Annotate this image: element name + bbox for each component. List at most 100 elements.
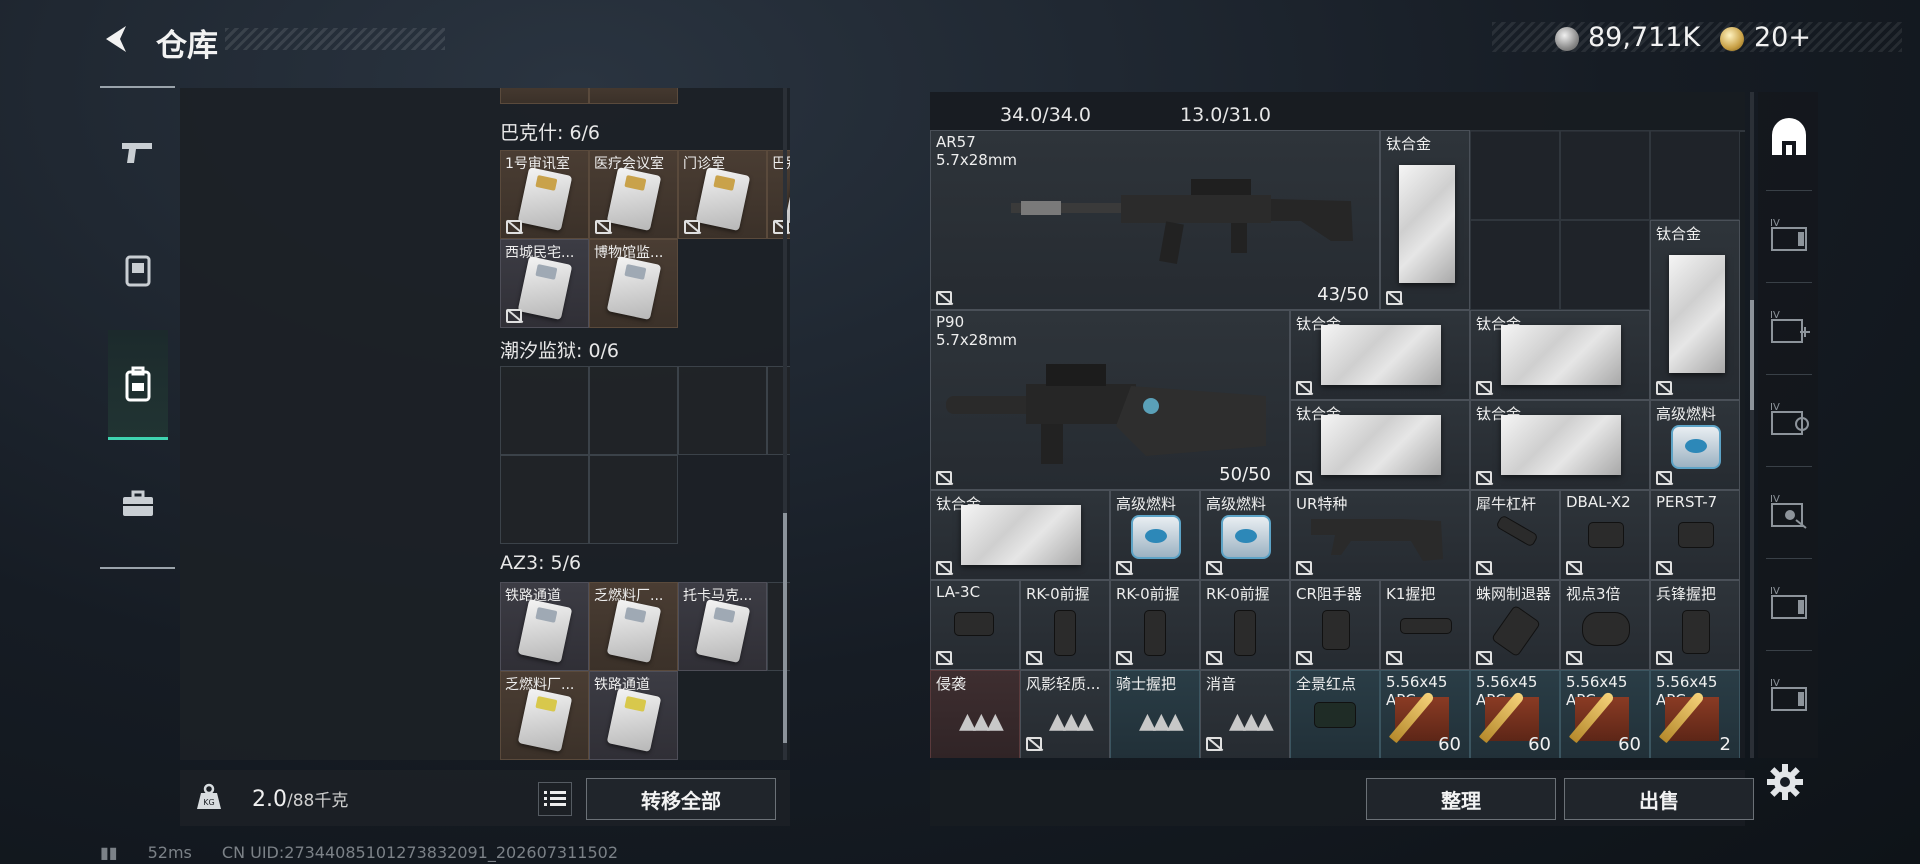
- nav-briefcase[interactable]: [108, 474, 168, 534]
- item-slot[interactable]: 钛合金: [1290, 400, 1470, 490]
- item-name: CR阻手器: [1296, 585, 1362, 603]
- sell-button[interactable]: 出售: [1564, 778, 1754, 820]
- no-trade-icon: [1476, 561, 1492, 575]
- keycard-icon: [606, 167, 662, 231]
- keycard-slot[interactable]: 托卡马克...: [678, 582, 767, 671]
- item-slot[interactable]: RK-0前握: [1110, 580, 1200, 670]
- no-trade-icon: [1116, 651, 1132, 665]
- item-slot[interactable]: K1握把: [1380, 580, 1470, 670]
- silver-currency-value: 89,711K: [1588, 22, 1701, 53]
- item-stack-count: 60: [1438, 734, 1461, 755]
- stock-icon: [1311, 519, 1443, 561]
- section-title: AZ3: 5/6: [500, 552, 582, 574]
- item-slot[interactable]: 钛合金: [930, 490, 1110, 580]
- nav-weapons[interactable]: [108, 122, 168, 182]
- keycard-icon: [606, 599, 662, 663]
- item-slot[interactable]: 钛合金: [1650, 220, 1740, 400]
- keycard-slot[interactable]: 医疗会议室: [589, 150, 678, 239]
- keycard-slot[interactable]: 门诊室: [678, 150, 767, 239]
- item-name: 犀牛杠杆: [1476, 495, 1537, 513]
- item-slot[interactable]: 风影轻质... ▲▲▲: [1020, 670, 1110, 758]
- item-name: 视点3倍: [1566, 585, 1621, 603]
- item-slot[interactable]: 犀牛杠杆: [1470, 490, 1560, 580]
- no-trade-icon: [1656, 471, 1672, 485]
- keycard-slot[interactable]: 乏燃料厂...: [500, 671, 589, 760]
- item-slot[interactable]: 钛合金: [1470, 400, 1650, 490]
- empty-slot[interactable]: [1650, 130, 1740, 220]
- no-trade-icon: [1476, 471, 1492, 485]
- empty-slot[interactable]: [1560, 220, 1650, 310]
- keycard-icon: [125, 255, 151, 287]
- dock-storage-6[interactable]: IV: [1766, 672, 1812, 718]
- item-name: 高级燃料: [1656, 405, 1717, 423]
- item-slot[interactable]: CR阻手器: [1290, 580, 1380, 670]
- keycard-slot[interactable]: 博物馆监...: [589, 239, 678, 328]
- stash-panel[interactable]: 巴克什: 6/6 1号审讯室 医疗会议室 门诊室 巴别塔供...: [180, 88, 790, 760]
- dock-storage-3[interactable]: IV: [1766, 396, 1812, 442]
- item-slot[interactable]: 侵袭 ▲▲▲: [930, 670, 1020, 758]
- empty-slot[interactable]: [589, 366, 678, 455]
- item-slot[interactable]: 高级燃料: [1200, 490, 1290, 580]
- empty-slot[interactable]: [1470, 130, 1560, 220]
- empty-slot[interactable]: [1470, 220, 1560, 310]
- item-slot[interactable]: 消音 ▲▲▲: [1200, 670, 1290, 758]
- dock-storage-2[interactable]: IV: [1766, 304, 1812, 350]
- warehouse-screen: 仓库 89,711K 20+ 巴克什: 6/6 1号审讯室 医疗会议室 门诊室 …: [0, 0, 1920, 864]
- no-trade-icon: [1206, 561, 1222, 575]
- stash-cell[interactable]: [589, 88, 678, 104]
- item-slot[interactable]: 5.56x45 APC 60: [1380, 670, 1470, 758]
- transfer-all-button[interactable]: 转移全部: [586, 778, 776, 820]
- item-slot[interactable]: 钛合金: [1290, 310, 1470, 400]
- item-slot[interactable]: RK-0前握: [1200, 580, 1290, 670]
- gold-currency-value[interactable]: 20+: [1754, 22, 1811, 53]
- empty-slot[interactable]: [678, 366, 767, 455]
- nav-keycards[interactable]: [108, 240, 168, 300]
- item-slot[interactable]: 5.56x45 APC 60: [1560, 670, 1650, 758]
- empty-slot[interactable]: [500, 366, 589, 455]
- item-slot[interactable]: 钛合金: [1380, 130, 1470, 310]
- item-slot[interactable]: 高级燃料: [1650, 400, 1740, 490]
- item-slot[interactable]: 全景红点: [1290, 670, 1380, 758]
- item-slot[interactable]: 兵锋握把: [1650, 580, 1740, 670]
- no-trade-icon: [936, 651, 952, 665]
- titanium-plate-icon: [1399, 165, 1455, 283]
- nav-backpack[interactable]: [108, 330, 168, 440]
- dock-safehouse[interactable]: [1766, 114, 1812, 160]
- keycard-slot[interactable]: 乏燃料厂...: [589, 582, 678, 671]
- inventory-scrollbar[interactable]: [1750, 92, 1754, 758]
- item-slot[interactable]: UR特种: [1290, 490, 1470, 580]
- keycard-slot[interactable]: 1号审讯室: [500, 150, 589, 239]
- item-name: 骑士握把: [1116, 675, 1177, 693]
- empty-slot[interactable]: [1560, 130, 1650, 220]
- list-view-button[interactable]: [538, 782, 572, 816]
- empty-slot[interactable]: [589, 455, 678, 544]
- gear-icon[interactable]: [1765, 762, 1805, 802]
- back-arrow-icon[interactable]: [100, 22, 134, 56]
- item-slot[interactable]: LA-3C: [930, 580, 1020, 670]
- dock-storage-1[interactable]: IV: [1766, 212, 1812, 258]
- item-slot[interactable]: DBAL-X2: [1560, 490, 1650, 580]
- dock-storage-4[interactable]: IV: [1766, 488, 1812, 534]
- stash-scroll-thumb[interactable]: [783, 513, 787, 743]
- item-slot[interactable]: 高级燃料: [1110, 490, 1200, 580]
- sort-button[interactable]: 整理: [1366, 778, 1556, 820]
- stash-cell[interactable]: [500, 88, 589, 104]
- item-slot[interactable]: 骑士握把 ▲▲▲: [1110, 670, 1200, 758]
- inventory-panel[interactable]: 34.0/34.0 13.0/31.0 AR57 5.7x28mm 43/50: [930, 92, 1745, 758]
- storage-iv-swap-icon: IV: [1770, 402, 1809, 435]
- item-slot[interactable]: PERST-7: [1650, 490, 1740, 580]
- item-slot[interactable]: 蛛网制退器: [1470, 580, 1560, 670]
- item-slot[interactable]: RK-0前握: [1020, 580, 1110, 670]
- weapon-slot-ar57[interactable]: AR57 5.7x28mm 43/50: [930, 130, 1380, 310]
- keycard-slot[interactable]: 铁路通道: [500, 582, 589, 671]
- keycard-slot[interactable]: 西城民宅...: [500, 239, 589, 328]
- inventory-scroll-thumb[interactable]: [1750, 300, 1754, 410]
- weapon-slot-p90[interactable]: P90 5.7x28mm 50/50: [930, 310, 1290, 490]
- dock-storage-5[interactable]: IV: [1766, 580, 1812, 626]
- item-slot[interactable]: 视点3倍: [1560, 580, 1650, 670]
- empty-slot[interactable]: [500, 455, 589, 544]
- item-slot[interactable]: 钛合金: [1470, 310, 1650, 400]
- keycard-slot[interactable]: 铁路通道: [589, 671, 678, 760]
- item-slot[interactable]: 5.56x45 APC 2: [1650, 670, 1740, 758]
- item-slot[interactable]: 5.56x45 APC 60: [1470, 670, 1560, 758]
